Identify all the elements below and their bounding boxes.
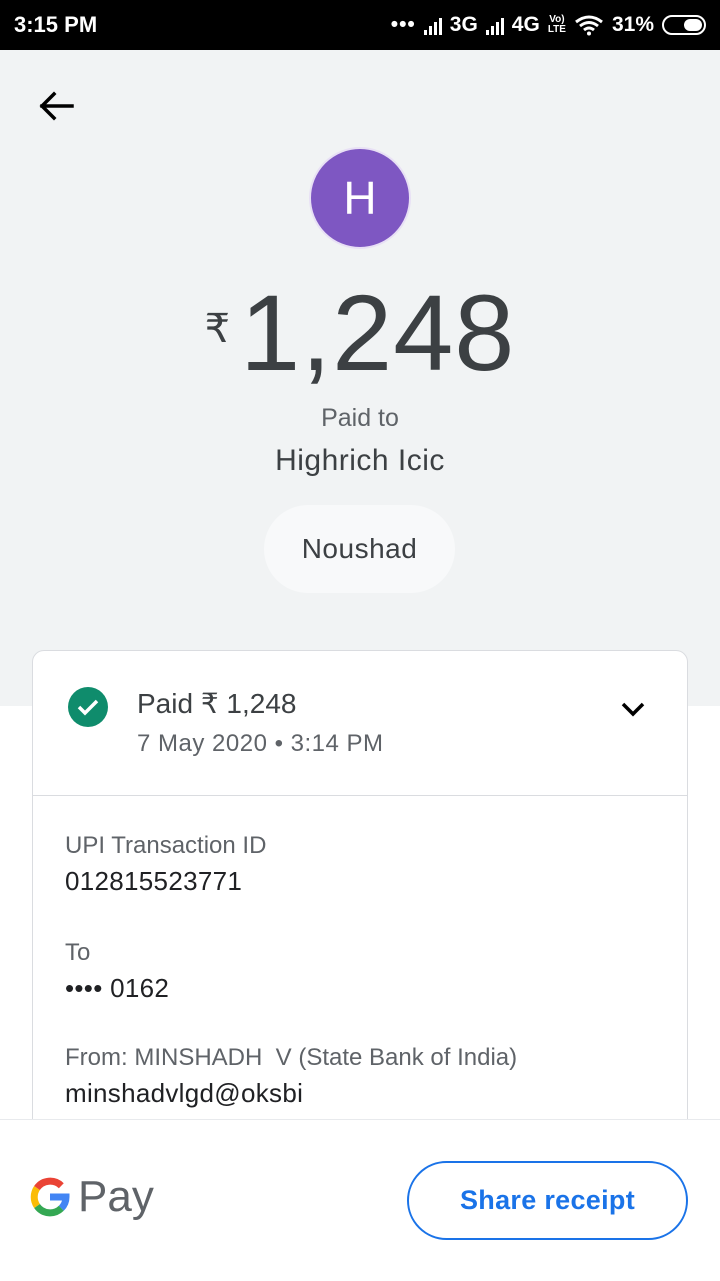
- from-vpa: minshadvlgd@oksbi: [65, 1078, 304, 1108]
- share-receipt-button[interactable]: Share receipt: [407, 1161, 688, 1240]
- volte-bottom: LTE: [547, 24, 566, 35]
- status-icons: ••• 3G 4G Vo) LTE 31%: [391, 13, 706, 37]
- avatar-letter: H: [343, 172, 377, 224]
- upi-id-value: 012815523771: [65, 866, 243, 896]
- note-text: Noushad: [301, 533, 418, 564]
- note-chip: Noushad: [264, 505, 455, 593]
- transaction-status-row[interactable]: Paid ₹ 1,248 7 May 2020 • 3:14 PM: [33, 651, 687, 796]
- battery-icon: [662, 15, 706, 35]
- transaction-card: Paid ₹ 1,248 7 May 2020 • 3:14 PM UPI Tr…: [32, 650, 688, 1170]
- amount-value: 1,248: [240, 272, 516, 393]
- from-label: From: MINSHADH V (State Bank of India): [65, 1044, 518, 1071]
- check-circle-icon: [68, 687, 108, 727]
- volte-icon: Vo) LTE: [548, 15, 566, 35]
- back-button[interactable]: [36, 86, 76, 126]
- signal-icon: [423, 15, 442, 35]
- google-g-icon: [30, 1177, 70, 1217]
- transaction-status: Paid ₹ 1,248: [137, 688, 297, 719]
- payee-name: Highrich Icic: [275, 444, 445, 477]
- more-dots-icon: •••: [390, 13, 416, 36]
- back-arrow-icon: [39, 91, 74, 121]
- status-bar: 3:15 PM ••• 3G 4G Vo) LTE 31%: [0, 0, 720, 50]
- currency-symbol: ₹: [204, 307, 231, 351]
- upi-id-label: UPI Transaction ID: [65, 832, 267, 859]
- network-4g-label: 4G: [511, 13, 540, 36]
- status-time: 3:15 PM: [14, 12, 98, 37]
- chevron-down-icon: [621, 702, 645, 717]
- avatar: H: [309, 147, 411, 249]
- upi-transaction-detail: UPI Transaction ID 012815523771: [65, 832, 266, 897]
- to-label: To: [65, 939, 91, 966]
- paid-to-label: Paid to: [321, 404, 399, 432]
- bottom-bar: Pay Share receipt: [0, 1119, 720, 1281]
- gpay-text: Pay: [78, 1172, 154, 1221]
- to-account: •••• 0162: [65, 973, 170, 1003]
- gpay-logo: Pay: [30, 1172, 154, 1222]
- to-detail: To •••• 0162: [65, 939, 169, 1004]
- expand-button[interactable]: [617, 693, 649, 725]
- signal-icon-2: [485, 15, 504, 35]
- from-detail: From: MINSHADH V (State Bank of India) m…: [65, 1044, 517, 1109]
- amount: ₹1,248: [0, 270, 720, 395]
- battery-percent: 31%: [611, 13, 654, 36]
- transaction-datetime: 7 May 2020 • 3:14 PM: [137, 730, 384, 757]
- wifi-icon: [575, 15, 603, 36]
- network-3g-label: 3G: [449, 13, 478, 36]
